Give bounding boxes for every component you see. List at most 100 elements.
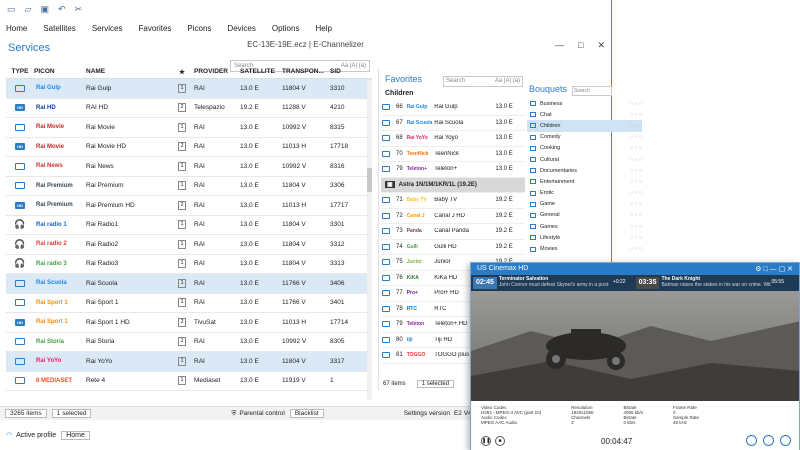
table-row[interactable]: Rai News Rai News 1 RAI 13.0 E 10992 V 8316 (6, 157, 372, 177)
menu-satellites[interactable]: Satellites (35, 24, 83, 33)
col-fav[interactable]: ★ (170, 68, 194, 76)
bouquet-item[interactable]: General ○ ○ ○ (527, 210, 642, 221)
favorites-row[interactable]: 73 Panda Canal Panda 19.2 E (381, 224, 525, 240)
blacklist-button[interactable]: Blacklist (289, 409, 324, 418)
fav-count-badge[interactable]: 1 (178, 161, 186, 171)
open-folder-icon[interactable]: ▱ (25, 4, 32, 15)
bouquet-item[interactable]: Cultural ○ ○ ○ (527, 154, 642, 165)
table-row[interactable]: Rai Sport 1 Rai Sport 1 1 RAI 13.0 E 11766 V 3… (6, 294, 372, 313)
table-row[interactable]: HD Rai Sport 1 Rai Sport 1 HD 2 TivuSat 13.0 … (6, 313, 372, 333)
favorites-search-input[interactable]: Search Aa |A| (a) (443, 76, 523, 87)
fav-count-badge[interactable]: 2 (178, 103, 186, 113)
bouquet-item[interactable]: Comedy ○ ○ ○ (527, 132, 642, 143)
new-file-icon[interactable]: ▭ (7, 4, 16, 15)
table-row[interactable]: HD Rai HD RAI HD 2 Telespazio 19.2 E 11288 V 42… (6, 99, 372, 118)
cell-transponder: 11288 V (282, 104, 306, 112)
maximize-icon[interactable]: □ (578, 40, 583, 51)
favorites-row[interactable]: 66 Rai Gulp Rai Gulp 13.0 E (381, 100, 525, 116)
col-sid[interactable]: SID (330, 68, 360, 75)
col-name[interactable]: NAME (84, 68, 170, 75)
fav-count-badge[interactable]: 2 (178, 142, 186, 152)
bouquet-item[interactable]: Games ○ ○ ○ (527, 221, 642, 232)
services-scrollbar[interactable] (367, 80, 372, 400)
col-provider[interactable]: PROVIDER (194, 68, 240, 75)
parental-control-label[interactable]: Parental control (239, 410, 285, 417)
subtitles-icon[interactable] (780, 435, 791, 446)
bouquet-item[interactable]: Chat ○ ○ ○ (527, 109, 642, 120)
favorites-group-header[interactable]: ▣ Astra 1N/1M/1KR/1L (19.2E) (381, 177, 525, 193)
fav-count-badge[interactable]: 1 (178, 181, 186, 191)
fav-count-badge[interactable]: 1 (178, 278, 186, 288)
bouquet-item[interactable]: Business ○ ○ ○ (527, 98, 642, 109)
fav-count-badge[interactable]: 1 (178, 239, 186, 249)
fav-count-badge[interactable]: 1 (178, 122, 186, 132)
bouquet-item[interactable]: Cooking ○ ○ ○ (527, 143, 642, 154)
table-row[interactable]: Rai Movie Rai Movie 1 RAI 13.0 E 10992 V 8315 (6, 118, 372, 138)
bouquet-item[interactable]: Game ○ ○ ○ (527, 199, 642, 210)
menu-favorites[interactable]: Favorites (131, 24, 180, 33)
col-picon[interactable]: PICON (34, 68, 84, 75)
cell-satellite: 13.0 E (240, 143, 259, 151)
record-icon[interactable] (763, 435, 774, 446)
video-frame[interactable] (471, 291, 799, 401)
volume-icon[interactable] (746, 435, 757, 446)
table-row[interactable]: 🎧 Rai radio 3 Rai Radio3 1 RAI 13.0 E 11804 V 3… (6, 255, 372, 274)
scroll-thumb[interactable] (367, 168, 372, 192)
bouquet-item[interactable]: Entertainment ○ ○ ○ (527, 176, 642, 187)
favorites-row[interactable]: 72 Canal J Canal J HD 19.2 E (381, 209, 525, 224)
fav-count-badge[interactable]: 1 (178, 337, 186, 347)
minimize-icon[interactable]: — (555, 40, 564, 51)
bouquet-item[interactable]: Movies ○ ○ ○ (527, 243, 642, 254)
close-icon[interactable]: ✕ (597, 40, 605, 51)
menu-picons[interactable]: Picons (179, 24, 219, 33)
table-row[interactable]: 🎧 Rai radio 2 Rai Radio2 1 RAI 13.0 E 11804 V 3… (6, 235, 372, 255)
table-row[interactable]: HD Rai Movie Rai Movie HD 2 RAI 13.0 E 11013 H… (6, 138, 372, 157)
fav-count-badge[interactable]: 1 (178, 376, 186, 386)
tools-icon[interactable]: ✂ (75, 4, 83, 15)
table-row[interactable]: Rai Scuola Rai Scuola 1 RAI 13.0 E 11766 V 340… (6, 274, 372, 294)
col-transponder[interactable]: TRANSPON... (282, 68, 330, 75)
table-row[interactable]: HD Rai Premium Rai Premium HD 2 RAI 13.0 E 110… (6, 196, 372, 216)
fav-count-badge[interactable]: 1 (178, 298, 186, 308)
menu-services[interactable]: Services (84, 24, 131, 33)
favorites-row[interactable]: 70 TeenNick TeenNick 13.0 E (381, 147, 525, 162)
table-row[interactable]: 8 MEDIASET Rete 4 1 Mediaset 13.0 E 11919 V 1 (6, 372, 372, 391)
table-row[interactable]: Rai Storia Rai Storia 1 RAI 13.0 E 10992 V 830… (6, 333, 372, 352)
menu-help[interactable]: Help (307, 24, 339, 33)
menu-home[interactable]: Home (0, 24, 35, 33)
col-satellite[interactable]: SATELLITE (240, 68, 282, 75)
bouquet-item[interactable]: Lifestyle ○ ○ ○ (527, 232, 642, 243)
search-flags[interactable]: Aa |A| (a) (495, 78, 520, 85)
fav-count-badge[interactable]: 1 (178, 220, 186, 230)
picon-logo: Rai Gulp (36, 85, 61, 92)
bouquets-search-input[interactable]: Search (572, 86, 612, 96)
table-row[interactable]: 🎧 Rai radio 1 Rai Radio1 1 RAI 13.0 E 11804 V 3… (6, 216, 372, 235)
bouquet-item[interactable]: Children ○ ○ ○ (527, 120, 642, 132)
pause-icon[interactable]: ❚❚ (481, 436, 491, 446)
cell-sid: 3301 (330, 221, 345, 229)
table-row[interactable]: Rai YoYo Rai YoYo 1 RAI 13.0 E 11804 V 3317 (6, 352, 372, 372)
favorites-row[interactable]: 67 Rai Scuola Rai Scuola 13.0 E (381, 116, 525, 131)
table-row[interactable]: Rai Premium Rai Premium 1 RAI 13.0 E 11804 V 3… (6, 177, 372, 196)
fav-count-badge[interactable]: 2 (178, 317, 186, 327)
col-type[interactable]: TYPE (6, 68, 34, 75)
bouquet-item[interactable]: Documentaries ○ ○ ○ (527, 165, 642, 176)
menu-devices[interactable]: Devices (219, 24, 263, 33)
favorites-row[interactable]: 74 Gulli Gulli HD 19.2 E (381, 240, 525, 255)
headphones-icon: 🎧 (14, 238, 26, 249)
profile-button[interactable]: Home (61, 430, 90, 440)
favorites-row[interactable]: 68 Rai YoYo Rai Yoyo 13.0 E (381, 131, 525, 147)
save-icon[interactable]: ▣ (40, 4, 49, 15)
favorites-row[interactable]: 79 Teleton+ Teleton+ 13.0 E (381, 162, 525, 178)
fav-count-badge[interactable]: 1 (178, 356, 186, 366)
fav-count-badge[interactable]: 2 (178, 200, 186, 210)
bouquet-item[interactable]: Erotic ○ ○ ○ (527, 188, 642, 199)
fav-count-badge[interactable]: 1 (178, 259, 186, 269)
favorites-row[interactable]: 71 Baby TV Baby TV 19.2 E (381, 193, 525, 209)
fav-count-badge[interactable]: 1 (178, 83, 186, 93)
menu-options[interactable]: Options (264, 24, 308, 33)
stop-icon[interactable]: ■ (495, 436, 505, 446)
undo-icon[interactable]: ↶ (58, 4, 66, 15)
table-row[interactable]: Rai Gulp Rai Gulp 1 RAI 13.0 E 11804 V 3310 (6, 79, 372, 99)
player-window-controls[interactable]: ⚙ □ — ▢ ✕ (755, 265, 793, 273)
